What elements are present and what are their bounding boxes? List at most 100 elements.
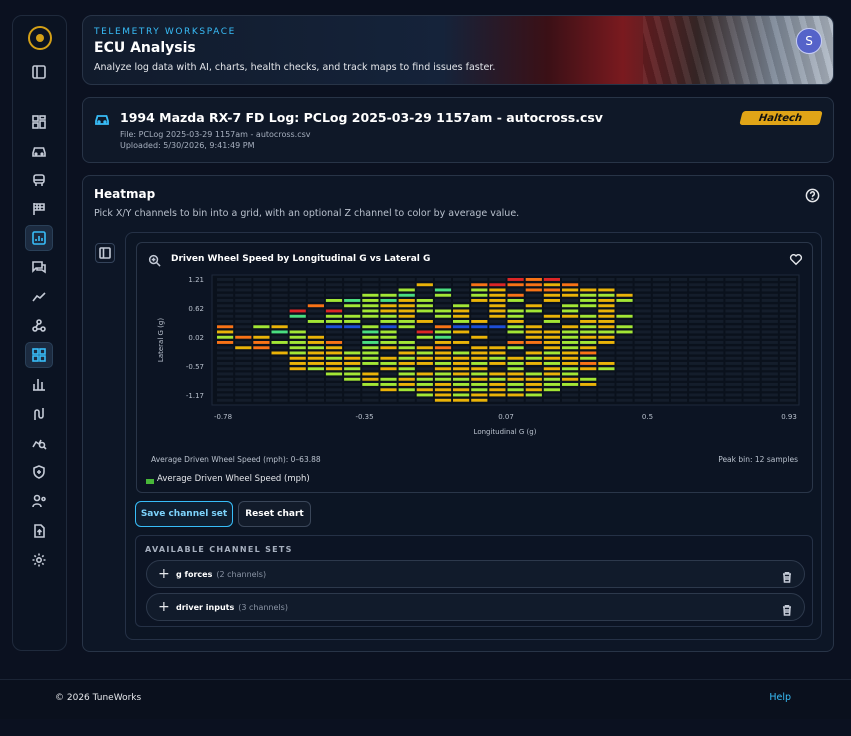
app-logo-icon[interactable]	[28, 26, 52, 50]
heatmap-empty-bin	[652, 362, 669, 365]
trash-icon[interactable]	[781, 601, 793, 620]
heatmap-empty-bin	[725, 293, 742, 297]
heatmap-empty-bin	[616, 320, 633, 323]
bar-chart-icon[interactable]	[25, 371, 53, 397]
heatmap-empty-bin	[670, 299, 688, 302]
reset-chart-button[interactable]: Reset chart	[238, 501, 311, 527]
heatmap-empty-bin	[779, 325, 796, 329]
heatmap-cell	[271, 341, 288, 344]
heatmap-empty-bin	[761, 372, 778, 376]
heatmap-cell	[416, 377, 433, 381]
heatmap-cell	[598, 314, 615, 318]
heatmap-empty-bin	[416, 341, 433, 344]
heatmap-empty-bin	[707, 325, 724, 329]
heatmap-empty-bin	[325, 398, 343, 402]
heatmap-empty-bin	[235, 393, 252, 397]
collapse-sidebar-icon[interactable]	[25, 59, 53, 85]
heatmap-empty-bin	[689, 346, 706, 350]
heatmap-empty-bin	[652, 367, 669, 371]
car-icon[interactable]	[25, 138, 53, 164]
heatmap-cell	[289, 314, 306, 318]
add-icon[interactable]: +	[158, 600, 170, 614]
heatmap-cell	[416, 351, 433, 355]
heatmap-cell	[453, 362, 470, 365]
heatmap-empty-bin	[616, 351, 633, 355]
analytics-icon[interactable]	[25, 430, 53, 456]
heatmap-empty-bin	[253, 388, 270, 392]
heatmap-cell	[434, 330, 452, 334]
heatmap-empty-bin	[634, 320, 651, 323]
heatmap-empty-bin	[652, 341, 669, 344]
zoom-icon[interactable]	[148, 252, 161, 271]
channel-set-row[interactable]: + g forces (2 channels)	[146, 560, 805, 588]
heatmap-cell	[580, 288, 597, 292]
heatmap-empty-bin	[217, 362, 234, 365]
save-channel-set-button[interactable]: Save channel set	[135, 501, 233, 527]
heatmap-empty-bin	[725, 383, 742, 386]
trash-icon[interactable]	[781, 568, 793, 587]
heatmap-empty-bin	[562, 299, 579, 302]
heatmap-cell	[398, 309, 415, 313]
heatmap-empty-bin	[344, 393, 361, 397]
user-avatar[interactable]: S	[796, 28, 822, 54]
sidebar	[12, 15, 67, 651]
help-icon[interactable]	[805, 188, 820, 207]
upload-icon[interactable]	[25, 518, 53, 544]
heatmap-cell	[325, 309, 343, 313]
heatmap-cell	[325, 341, 343, 344]
heatmap-empty-bin	[307, 314, 324, 318]
heatmap-empty-bin	[616, 335, 633, 339]
line-chart-icon[interactable]	[25, 284, 53, 310]
grid-icon[interactable]	[25, 342, 53, 368]
heatmap-empty-bin	[217, 288, 234, 292]
graph-icon[interactable]	[25, 313, 53, 339]
heatmap-cell	[380, 356, 397, 360]
heatmap-empty-bin	[507, 304, 524, 308]
heatmap-icon[interactable]	[25, 225, 53, 251]
heatmap-cell	[434, 367, 452, 371]
heatmap-cell	[289, 346, 306, 350]
heatmap-cell	[543, 388, 560, 392]
vehicle-icon[interactable]	[25, 167, 53, 193]
heatmap-empty-bin	[598, 393, 615, 397]
heatmap-empty-bin	[307, 388, 324, 392]
heatmap-empty-bin	[652, 398, 669, 402]
heatmap-cell	[580, 367, 597, 371]
heatmap-cell	[525, 278, 542, 281]
route-icon[interactable]	[25, 401, 53, 427]
help-link[interactable]: Help	[769, 692, 791, 703]
heatmap-cell	[580, 320, 597, 323]
heatmap-empty-bin	[616, 304, 633, 308]
car-icon	[94, 111, 110, 131]
heatmap-cell	[525, 356, 542, 360]
heatmap-cell	[434, 393, 452, 397]
flag-icon[interactable]	[25, 196, 53, 222]
heatmap-empty-bin	[707, 367, 724, 371]
heatmap-plot[interactable]: 1.21 0.62 0.02 -0.57 -1.17 -0.78 -0.35 0.07 0.5…	[137, 273, 814, 453]
dashboard-icon[interactable]	[25, 109, 53, 135]
heatmap-cell	[489, 388, 506, 392]
chat-icon[interactable]	[25, 254, 53, 280]
heatmap-empty-bin	[670, 293, 688, 297]
heatmap-empty-bin	[725, 330, 742, 334]
channel-set-row[interactable]: + driver inputs (3 channels)	[146, 593, 805, 621]
user-settings-icon[interactable]	[25, 488, 53, 514]
heatmap-cell	[398, 388, 415, 392]
heatmap-empty-bin	[761, 299, 778, 302]
toggle-channel-panel-button[interactable]	[95, 243, 115, 263]
add-icon[interactable]: +	[158, 567, 170, 581]
heatmap-empty-bin	[362, 278, 379, 281]
heatmap-empty-bin	[616, 367, 633, 371]
heatmap-empty-bin	[707, 304, 724, 308]
heatmap-empty-bin	[761, 278, 778, 281]
heatmap-empty-bin	[543, 398, 560, 402]
settings-icon[interactable]	[25, 547, 53, 573]
shield-icon[interactable]	[25, 459, 53, 485]
heatmap-empty-bin	[634, 309, 651, 313]
heatmap-empty-bin	[761, 320, 778, 323]
heatmap-cell	[380, 320, 397, 323]
workspace-banner: TELEMETRY WORKSPACE ECU Analysis Analyze…	[82, 15, 834, 85]
log-title: 1994 Mazda RX-7 FD Log: PCLog 2025-03-29…	[120, 110, 603, 125]
favorite-heart-icon[interactable]	[789, 251, 803, 270]
heatmap-empty-bin	[525, 314, 542, 318]
